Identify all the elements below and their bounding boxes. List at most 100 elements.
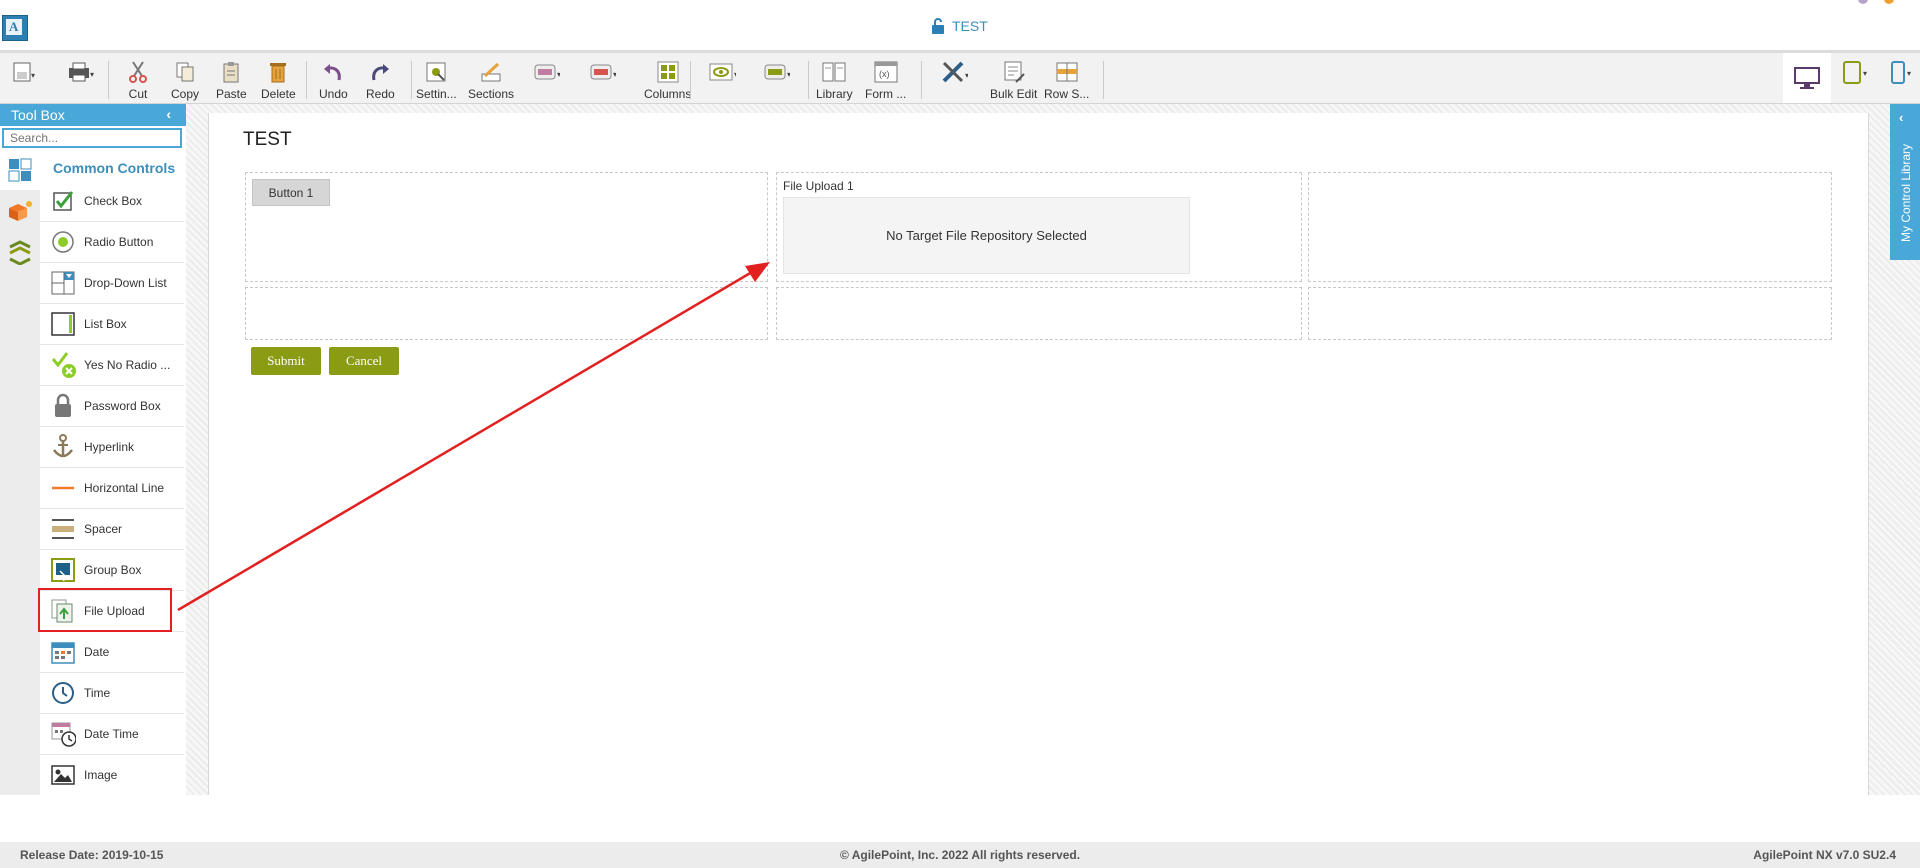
tool-horizontal-line[interactable]: Horizontal Line [40,467,184,509]
columns-icon [657,61,679,83]
row-settings-icon [1056,62,1078,82]
tool-label: Time [84,685,111,700]
file-upload-dropzone[interactable]: No Target File Repository Selected [783,197,1190,274]
redo-icon [372,64,390,81]
undo-button[interactable]: Undo [319,53,348,103]
toolbar: ▾ ▾ Cut Copy Paste Delete Undo Redo Sett… [0,53,1920,104]
library-label: Library [816,87,853,101]
form-cell[interactable] [1308,172,1832,282]
unlock-icon[interactable] [930,17,946,35]
phone-view-button[interactable]: ▾ [1886,53,1918,103]
file-upload-label: File Upload 1 [783,179,854,193]
sections-label: Sections [468,87,515,101]
anchor-icon [53,433,73,457]
tool-image[interactable]: Image [40,754,184,795]
toolbox-category-rail [0,150,41,795]
tool-label: Spacer [84,521,123,536]
columns-button[interactable]: Columns [644,53,691,103]
tool-yes-no-radio[interactable]: Yes No Radio ... [40,344,184,386]
form-page: TEST Button 1 File Upload 1 No Target Fi… [208,113,1869,795]
css-icon: ▾ [534,64,560,80]
printer-icon: ▾ [69,62,94,82]
settings-button[interactable]: Settin... [416,53,457,103]
calendar-icon [51,641,75,664]
cut-button[interactable]: Cut [124,53,152,103]
button-1[interactable]: Button 1 [252,179,330,206]
toolbar-separator [306,61,307,99]
settings-label: Settin... [416,87,457,101]
json-button[interactable]: ▾ [762,53,790,103]
row-settings-button[interactable]: Row S... [1044,53,1089,103]
library-button[interactable]: Library [816,53,853,103]
my-control-library-label: My Control Library [1899,143,1913,243]
tool-drop-down-list[interactable]: Drop-Down List [40,262,184,304]
delete-label: Delete [261,87,296,101]
collapse-chevron-icon[interactable]: ‹ [166,106,171,122]
submit-button[interactable]: Submit [251,347,321,375]
category-integration[interactable] [0,232,40,272]
toolbar-separator [1103,61,1104,99]
svg-text:▾: ▾ [557,70,560,79]
tool-time[interactable]: Time [40,672,184,714]
document-title: TEST [930,17,988,35]
delete-button[interactable]: Delete [261,53,296,103]
category-advanced[interactable] [0,191,40,231]
paste-button[interactable]: Paste [216,53,247,103]
form-cell[interactable]: Button 1 [245,172,768,282]
cut-label: Cut [128,87,148,101]
script-button[interactable]: ▾ [588,53,616,103]
copyright: © AgilePoint, Inc. 2022 All rights reser… [840,848,1081,862]
toolbox-search-input[interactable] [2,128,182,148]
integration-icon [9,240,31,265]
bulk-edit-button[interactable]: Bulk Edit [990,53,1037,103]
yes-no-icon [51,351,76,378]
spacer-icon [52,518,74,539]
form-cell[interactable] [245,287,768,340]
app-logo[interactable] [2,15,28,41]
chevron-left-icon: ‹ [1899,110,1904,125]
settings-icon [426,62,446,82]
tool-label: Date Time [84,726,139,741]
cancel-button[interactable]: Cancel [329,347,399,375]
tool-check-box[interactable]: Check Box [40,180,184,222]
save-button[interactable]: ▾ [10,53,38,103]
list-box-icon [51,311,75,336]
copy-button[interactable]: Copy [171,53,199,103]
tool-radio-button[interactable]: Radio Button [40,221,184,263]
redo-button[interactable]: Redo [366,53,395,103]
tool-date-time[interactable]: Date Time [40,713,184,755]
tool-label: Radio Button [84,234,154,249]
tool-group-box[interactable]: Group Box [40,549,184,591]
form-cell[interactable]: File Upload 1 No Target File Repository … [776,172,1302,282]
sections-button[interactable]: Sections [468,53,514,103]
window-dot-icon[interactable] [1858,0,1868,4]
tool-spacer[interactable]: Spacer [40,508,184,550]
clock-icon [52,681,74,704]
form-cell[interactable] [776,287,1302,340]
window-dot-icon[interactable] [1884,0,1894,4]
tools-button[interactable]: ▾ [940,53,968,103]
tablet-view-button[interactable]: ▾ [1836,53,1872,103]
tool-hyperlink[interactable]: Hyperlink [40,426,184,468]
version: AgilePoint NX v7.0 SU2.4 [1753,848,1896,862]
form-variables-button[interactable]: (x) Form ... [865,53,906,103]
css-button[interactable]: ▾ [532,53,560,103]
form-variables-icon: (x) [874,61,898,83]
tool-password-box[interactable]: Password Box [40,385,184,427]
svg-text:▾: ▾ [787,70,790,79]
tool-list-box[interactable]: List Box [40,303,184,345]
print-button[interactable]: ▾ [66,53,94,103]
category-common-controls[interactable] [0,150,40,190]
svg-text:▾: ▾ [90,70,94,79]
form-cell[interactable] [1308,287,1832,340]
toolbar-separator [411,61,412,99]
annotation-highlight-box [38,588,172,632]
tool-date[interactable]: Date [40,631,184,673]
common-controls-icon [8,158,32,182]
tool-label: Hyperlink [84,439,135,454]
my-control-library-tab[interactable]: ‹ My Control Library [1890,104,1920,260]
radio-button-icon [52,230,74,253]
preview-button[interactable]: ▾ [708,53,736,103]
copy-label: Copy [171,87,200,101]
desktop-view-button[interactable] [1783,53,1831,103]
